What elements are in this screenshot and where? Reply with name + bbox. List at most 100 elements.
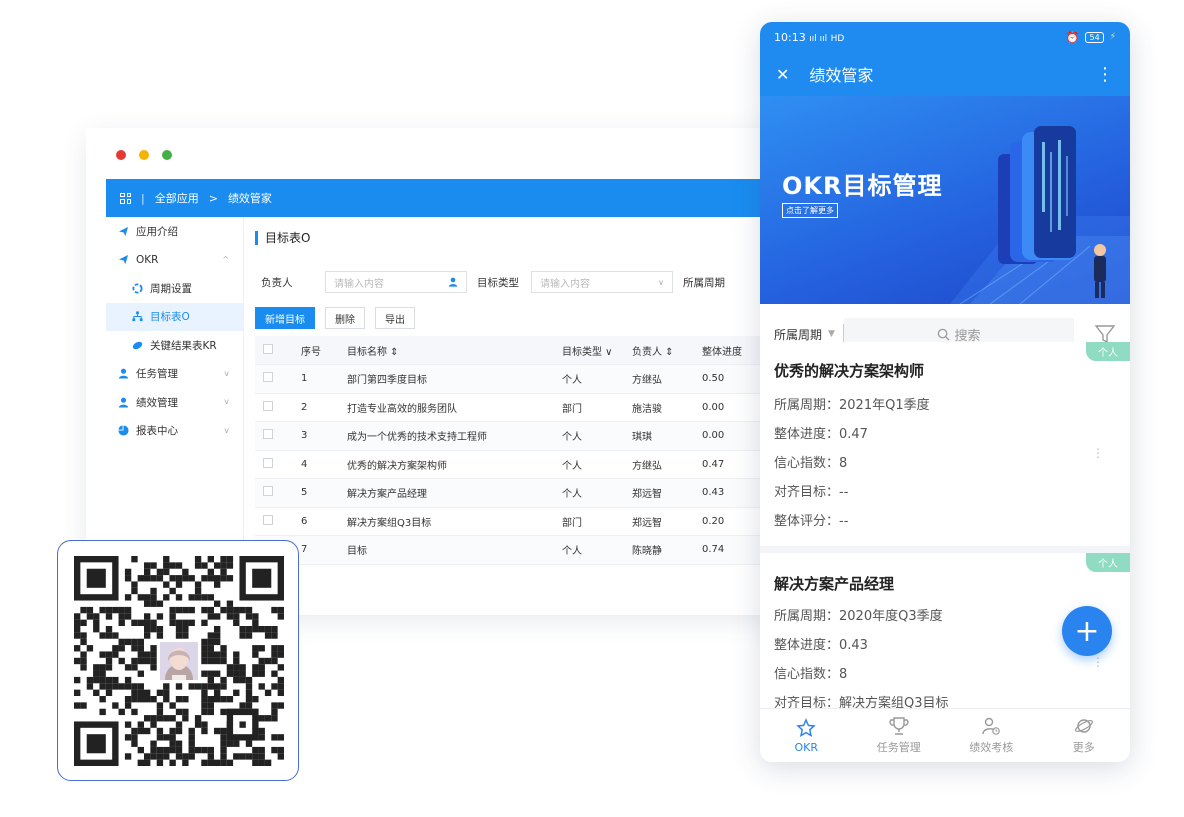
row-checkbox-cell	[255, 364, 293, 394]
tab-label: OKR	[794, 740, 818, 754]
row-type: 个人	[554, 450, 624, 479]
breadcrumb-root[interactable]: 全部应用	[155, 190, 199, 206]
status-right: ⏰ 54 ⚡	[1066, 31, 1116, 44]
card-more-icon[interactable]: ⋮	[1092, 655, 1104, 669]
sidebar-item-tasks[interactable]: 任务管理 v	[106, 360, 243, 389]
card-progress: 整体进度：0.43	[774, 638, 868, 653]
chevron-down-icon: v	[224, 397, 229, 406]
search-icon	[938, 328, 950, 341]
select-all-cell	[255, 336, 293, 365]
table-row[interactable]: 2 打造专业高效的服务团队 部门 施洁骏 0.00	[255, 393, 776, 422]
row-owner: 郑远智	[624, 478, 694, 508]
user-clock-icon	[982, 717, 1001, 735]
add-objective-fab[interactable]: +	[1062, 606, 1112, 656]
page-title: 目标表O	[255, 231, 310, 245]
type-filter-select[interactable]: 请输入内容 ∨	[531, 271, 673, 293]
table-row[interactable]: 3 成为一个优秀的技术支持工程师 个人 琪琪 0.00	[255, 421, 776, 451]
table-row[interactable]: 6 解决方案组Q3目标 部门 郑远智 0.20	[255, 507, 776, 536]
type-tag: 个人	[1086, 342, 1130, 361]
row-checkbox[interactable]	[263, 429, 273, 440]
more-menu-icon[interactable]: ⋮	[1096, 64, 1114, 85]
column-header-name[interactable]: 目标名称 ⇕	[339, 336, 554, 365]
cycle-icon	[132, 283, 143, 294]
person-icon	[448, 277, 458, 287]
nav-title: 绩效管家	[809, 66, 874, 85]
app-topbar: | 全部应用 > 绩效管家	[106, 179, 776, 217]
column-header-owner[interactable]: 负责人 ⇕	[624, 336, 694, 365]
sidebar-item-intro[interactable]: 应用介绍	[106, 217, 243, 246]
okr-banner[interactable]: OKR目标管理 点击了解更多	[760, 96, 1130, 304]
row-checkbox[interactable]	[263, 400, 273, 411]
row-name: 优秀的解决方案架构师	[339, 450, 554, 479]
card-confidence: 信心指数：8	[774, 456, 848, 471]
tab-okr[interactable]: OKR	[760, 709, 853, 762]
row-checkbox[interactable]	[263, 372, 273, 383]
row-checkbox[interactable]	[263, 457, 273, 468]
sidebar-item-objectives[interactable]: 目标表O	[106, 302, 243, 331]
sidebar-item-performance[interactable]: 绩效管理 v	[106, 388, 243, 417]
sidebar-item-reports[interactable]: 报表中心 v	[106, 417, 243, 446]
column-header-index[interactable]: 序号	[293, 336, 339, 365]
main-content: 目标表O 负责人 请输入内容 目标类型 请输入内容 ∨ 所属周期 新增目标 删除…	[245, 217, 776, 615]
row-checkbox-cell	[255, 421, 293, 451]
planet-icon	[1074, 719, 1093, 733]
sidebar-item-label: 周期设置	[150, 282, 192, 295]
close-icon[interactable]: ✕	[776, 65, 789, 84]
row-name: 打造专业高效的服务团队	[339, 393, 554, 422]
row-type: 部门	[554, 507, 624, 536]
table-header-row: 序号 目标名称 ⇕ 目标类型 ∨ 负责人 ⇕ 整体进度	[255, 336, 776, 365]
sidebar-item-cycle[interactable]: 周期设置	[106, 274, 243, 303]
status-time: 10:13	[774, 30, 806, 44]
row-checkbox-cell	[255, 393, 293, 422]
table-row[interactable]: 4 优秀的解决方案架构师 个人 方继弘 0.47	[255, 450, 776, 479]
column-header-type[interactable]: 目标类型 ∨	[554, 336, 624, 365]
sidebar-item-key-results[interactable]: 关键结果表KR	[106, 331, 243, 360]
card-more-icon[interactable]: ⋮	[1092, 446, 1104, 460]
card-confidence: 信心指数：8	[774, 667, 848, 682]
tab-performance[interactable]: 绩效考核	[945, 709, 1038, 762]
card-score: 整体评分：--	[774, 514, 849, 529]
close-dot[interactable]	[116, 150, 126, 160]
sidebar-item-label: 应用介绍	[136, 225, 178, 238]
tab-tasks[interactable]: 任务管理	[853, 709, 946, 762]
chevron-up-icon: ^	[222, 254, 229, 264]
battery-level: 54	[1089, 32, 1100, 42]
row-type: 个人	[554, 535, 624, 565]
tab-label: 更多	[1072, 741, 1095, 754]
table-row[interactable]: 5 解决方案产品经理 个人 郑远智 0.43	[255, 478, 776, 508]
delete-button[interactable]: 删除	[325, 307, 365, 329]
caret-down-icon: ▼	[828, 329, 835, 339]
status-bar: 10:13 ııl ııl HD ⏰ 54 ⚡	[760, 22, 1130, 52]
qr-code-card	[57, 540, 299, 781]
minimize-dot[interactable]	[139, 150, 149, 160]
row-owner: 施洁骏	[624, 393, 694, 422]
apps-grid-icon[interactable]	[120, 192, 131, 204]
banner-learn-more[interactable]: 点击了解更多	[782, 203, 838, 218]
period-select-label: 所属周期	[774, 327, 823, 342]
row-index: 3	[293, 421, 339, 451]
table-row[interactable]: 1 部门第四季度目标 个人 方继弘 0.50	[255, 364, 776, 394]
add-objective-button[interactable]: 新增目标	[255, 307, 315, 329]
chevron-down-icon: v	[224, 368, 229, 378]
table-row[interactable]: 7 目标 个人 陈晓静 0.74	[255, 535, 776, 565]
type-filter-placeholder: 请输入内容	[540, 278, 590, 290]
row-checkbox[interactable]	[263, 514, 273, 525]
row-checkbox-cell	[255, 450, 293, 479]
period-select[interactable]: 所属周期 ▼	[774, 324, 844, 344]
row-owner: 郑远智	[624, 507, 694, 536]
breadcrumb-separator: |	[141, 191, 145, 205]
row-checkbox[interactable]	[263, 486, 273, 497]
sidebar-item-okr[interactable]: OKR ^	[106, 246, 243, 275]
chevron-down-icon: v	[224, 425, 229, 435]
owner-filter-input[interactable]: 请输入内容	[325, 271, 467, 293]
breadcrumb-arrow: >	[208, 191, 218, 205]
row-name: 部门第四季度目标	[339, 364, 554, 394]
send-icon	[118, 226, 129, 236]
select-all-checkbox[interactable]	[263, 343, 273, 354]
objective-card[interactable]: 个人 优秀的解决方案架构师 所属周期：2021年Q1季度 整体进度：0.47 信…	[760, 342, 1130, 546]
row-index: 6	[293, 507, 339, 536]
tab-more[interactable]: 更多	[1038, 709, 1131, 762]
export-button[interactable]: 导出	[375, 307, 415, 329]
row-name: 解决方案产品经理	[339, 478, 554, 508]
maximize-dot[interactable]	[162, 150, 172, 160]
